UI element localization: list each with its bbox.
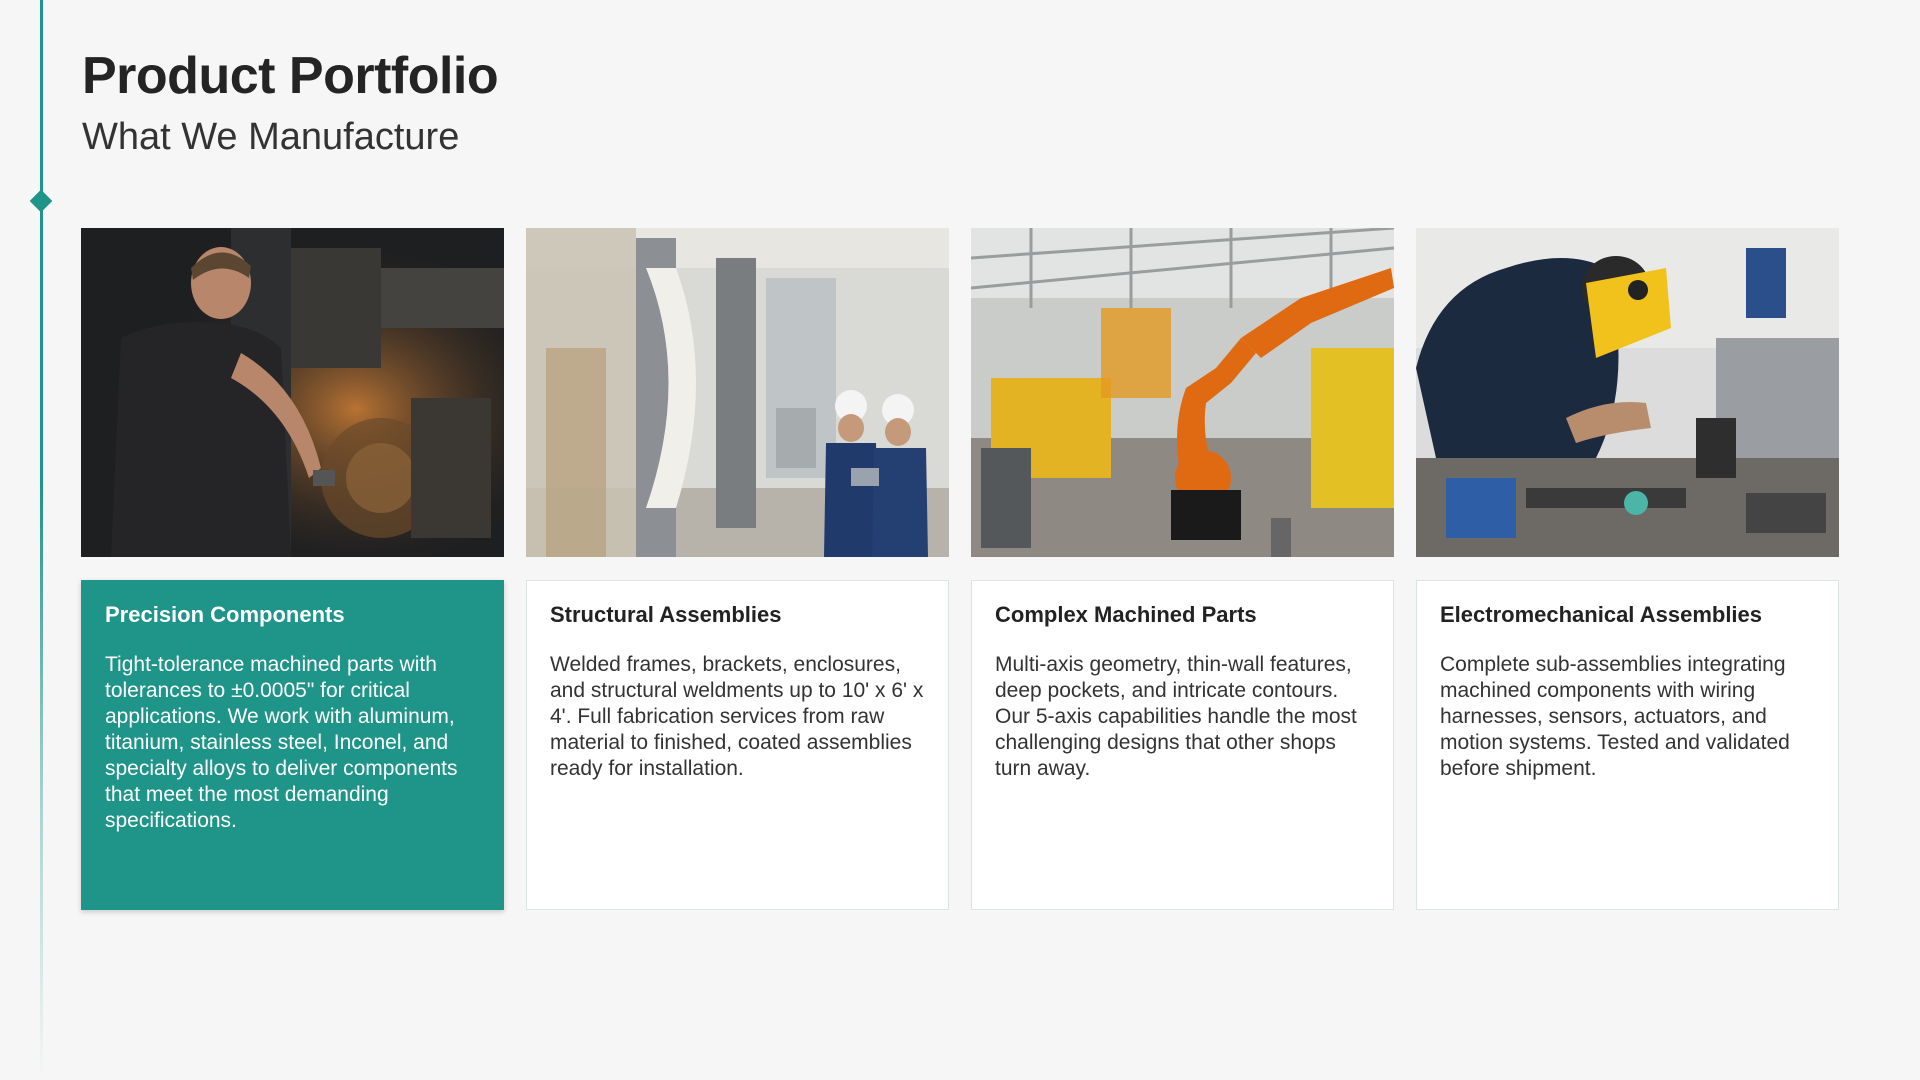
card-title: Precision Components [105,602,345,627]
product-card-electromechanical-assemblies: Electromechanical Assemblies Complete su… [1416,580,1839,910]
page-subtitle: What We Manufacture [82,116,460,158]
robotic-arm-assembly-line-photo [971,228,1394,557]
engineers-in-factory-photo [526,228,949,557]
product-card-structural-assemblies: Structural Assemblies Welded frames, bra… [526,580,949,910]
page-title: Product Portfolio [82,47,499,105]
accent-diamond-marker [29,189,53,213]
machinist-at-lathe-photo [81,228,504,557]
card-title: Complex Machined Parts [995,602,1257,627]
product-column: Complex Machined Parts Multi-axis geomet… [971,228,1394,910]
card-description: Tight-tolerance machined parts with tole… [105,652,458,832]
product-column: Electromechanical Assemblies Complete su… [1416,228,1839,910]
accent-rule [40,0,43,1080]
card-title: Structural Assemblies [550,602,782,627]
welder-at-workbench-photo [1416,228,1839,557]
product-column: Precision Components Tight-tolerance mac… [81,228,504,910]
product-card-complex-machined-parts: Complex Machined Parts Multi-axis geomet… [971,580,1394,910]
card-description: Multi-axis geometry, thin-wall features,… [995,652,1357,780]
card-title: Electromechanical Assemblies [1440,602,1763,627]
product-columns: Precision Components Tight-tolerance mac… [81,228,1840,910]
card-description: Welded frames, brackets, enclosures, and… [550,652,924,780]
product-column: Structural Assemblies Welded frames, bra… [526,228,949,910]
card-description: Complete sub-assemblies integrating mach… [1440,652,1790,780]
product-card-precision-components: Precision Components Tight-tolerance mac… [81,580,504,910]
